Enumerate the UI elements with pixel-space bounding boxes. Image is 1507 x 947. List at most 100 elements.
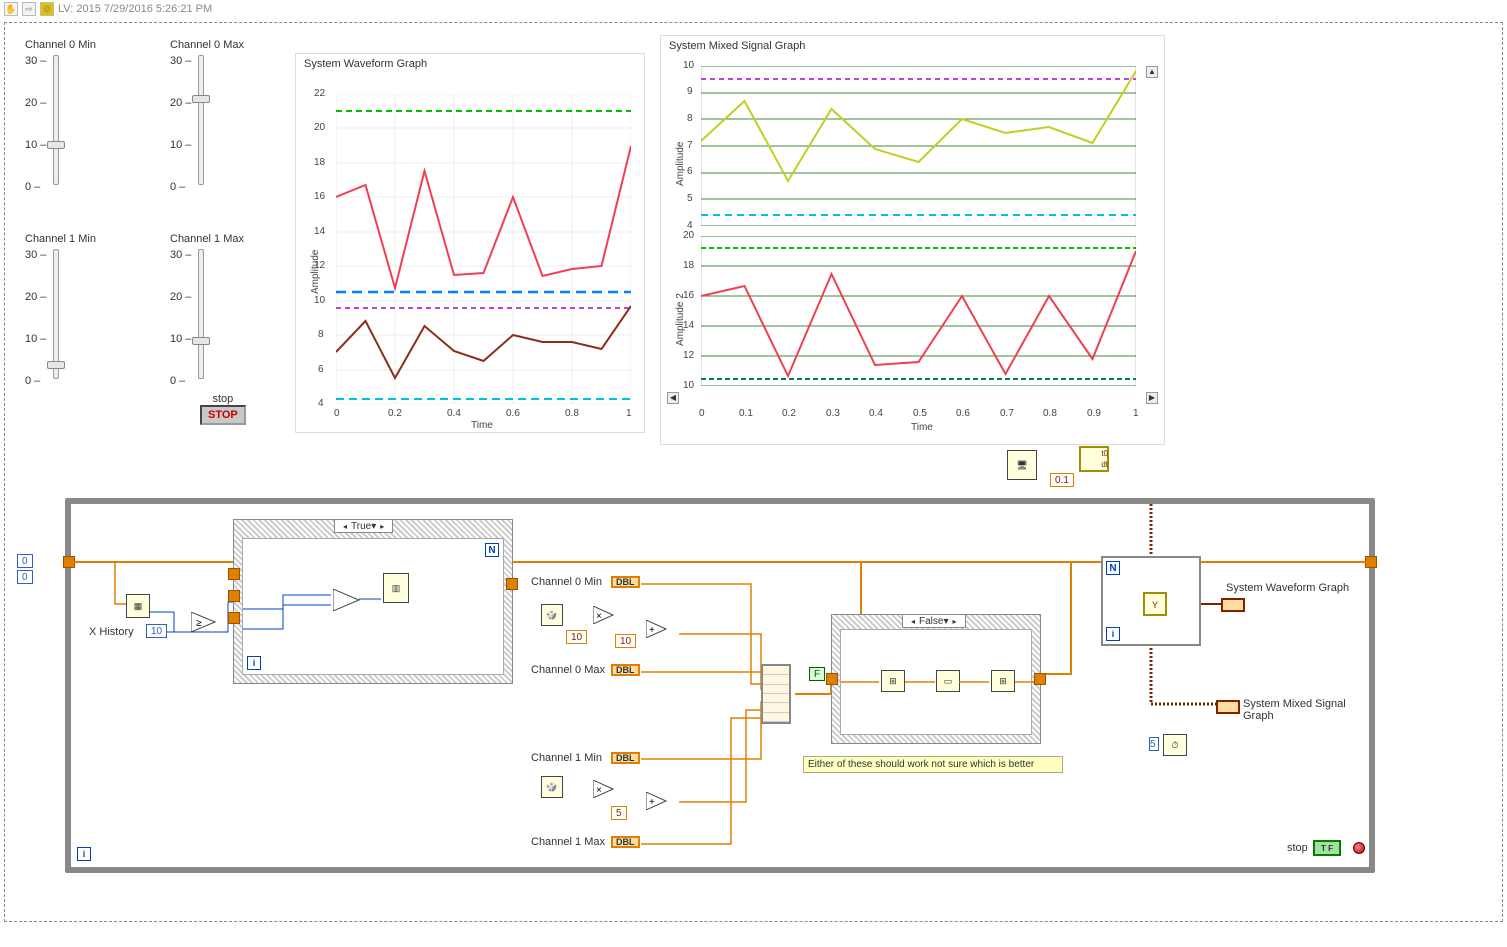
y-axis-label: Amplitude bbox=[310, 250, 321, 294]
mixed-signal-graph-terminal bbox=[1216, 700, 1240, 714]
stop-control: stop STOP bbox=[200, 393, 246, 425]
wait-ms-node: ⏱ bbox=[1163, 734, 1187, 756]
slider-thumb[interactable] bbox=[192, 337, 210, 345]
dt-constant: 0.1 bbox=[1050, 473, 1074, 487]
plot-area bbox=[336, 94, 631, 404]
i-terminal: i bbox=[247, 656, 261, 670]
app-title: LV: 2015 7/29/2016 5:26:21 PM bbox=[58, 3, 212, 15]
titlebar: ✋ ⇨ ⚙ LV: 2015 7/29/2016 5:26:21 PM bbox=[0, 0, 1507, 18]
shift-register-right bbox=[1365, 556, 1377, 568]
case-selector-false[interactable]: False ▾ bbox=[902, 614, 966, 628]
y-axis-label-top: Amplitude bbox=[675, 142, 686, 186]
slider-ch1-min[interactable]: Channel 1 Min 30 –20 – 10 –0 – bbox=[25, 233, 96, 389]
build-array-node bbox=[761, 664, 791, 724]
build-waveform-node: t0 dt bbox=[1079, 446, 1109, 472]
slider-ch0-min[interactable]: Channel 0 Min 30 –20 – 10 –0 – bbox=[25, 39, 96, 195]
tunnel bbox=[826, 673, 838, 685]
chart-title: System Waveform Graph bbox=[296, 54, 644, 74]
random-dice-icon: 🎲 bbox=[541, 776, 563, 798]
slider-label: Channel 0 Min bbox=[25, 39, 96, 51]
gear-icon: ⚙ bbox=[40, 2, 54, 16]
case-structure-false: False ▾ ⊞ ▭ ⊞ bbox=[831, 614, 1041, 744]
hand-icon: ✋ bbox=[4, 2, 18, 16]
slider-label: Channel 1 Min bbox=[25, 233, 96, 245]
tunnel bbox=[506, 578, 518, 590]
tunnel bbox=[1034, 673, 1046, 685]
slider-label: Channel 0 Max bbox=[170, 39, 244, 51]
slider-thumb[interactable] bbox=[192, 95, 210, 103]
tunnel bbox=[228, 590, 240, 602]
svg-text:+: + bbox=[649, 625, 655, 636]
wait-ms-constant: 5 bbox=[1149, 737, 1159, 751]
while-loop-frame: Channel 0 Min 30 –20 – 10 –0 – Channel 0… bbox=[4, 22, 1503, 922]
slider-track[interactable] bbox=[53, 55, 59, 185]
case-structure-true: True ▾ N i ▥ bbox=[233, 519, 513, 684]
slider-track[interactable] bbox=[198, 55, 204, 185]
ch0-max-label: Channel 0 Max bbox=[531, 664, 605, 676]
n-terminal: N bbox=[485, 543, 499, 557]
sr-init-0: 0 bbox=[17, 554, 33, 568]
transpose-2d-node: ⊞ bbox=[881, 670, 905, 692]
dbl-terminal: DBL bbox=[611, 836, 640, 848]
slider-track[interactable] bbox=[198, 249, 204, 379]
ch0-min-label: Channel 0 Min bbox=[531, 576, 602, 588]
dbl-terminal: DBL bbox=[611, 752, 640, 764]
ch1-min-label: Channel 1 Min bbox=[531, 752, 602, 764]
tunnel bbox=[228, 568, 240, 580]
array-size-node: ▦ bbox=[126, 594, 150, 618]
datetime-node: 🖥 bbox=[1007, 450, 1037, 480]
const-10a: 10 bbox=[566, 630, 587, 644]
slider-label: Channel 1 Max bbox=[170, 233, 244, 245]
const-10b: 10 bbox=[615, 634, 636, 648]
slider-ch1-max[interactable]: Channel 1 Max 30 –20 – 10 –0 – bbox=[170, 233, 244, 389]
plot-area-top bbox=[701, 66, 1136, 226]
stop-terminal-label: stop bbox=[1287, 842, 1308, 854]
for-loop: N i Y bbox=[1101, 556, 1201, 646]
x-history-label: X History bbox=[89, 626, 134, 638]
comment-label: Either of these should work not sure whi… bbox=[803, 756, 1063, 773]
case-selector-true[interactable]: True ▾ bbox=[334, 519, 393, 533]
slider-thumb[interactable] bbox=[47, 361, 65, 369]
loop-condition-icon bbox=[1353, 842, 1365, 854]
dbl-terminal: DBL bbox=[611, 576, 640, 588]
ch1-max-label: Channel 1 Max bbox=[531, 836, 605, 848]
mixed-signal-graph-terminal-label: System Mixed Signal Graph bbox=[1243, 698, 1369, 722]
scroll-up-icon[interactable]: ▲ bbox=[1146, 66, 1158, 78]
svg-text:+: + bbox=[649, 797, 655, 808]
system-waveform-graph[interactable]: System Waveform Graph Amplitude bbox=[295, 53, 645, 433]
scroll-right-icon[interactable]: ▶ bbox=[1146, 392, 1158, 404]
sr-init-1: 0 bbox=[17, 570, 33, 584]
svg-text:×: × bbox=[596, 785, 602, 796]
const-5: 5 bbox=[611, 806, 627, 820]
delete-from-array-node: ▥ bbox=[383, 573, 409, 603]
random-dice-icon: 🎲 bbox=[541, 604, 563, 626]
shift-register-left bbox=[63, 556, 75, 568]
dbl-terminal: DBL bbox=[611, 664, 640, 676]
reshape-node: ▭ bbox=[936, 670, 960, 692]
stop-tf-terminal: T F bbox=[1313, 840, 1341, 856]
waveform-graph-terminal-label: System Waveform Graph bbox=[1226, 582, 1349, 594]
x-axis-label: Time bbox=[471, 420, 493, 431]
slider-ch0-max[interactable]: Channel 0 Max 30 –20 – 10 –0 – bbox=[170, 39, 244, 195]
stop-label: stop bbox=[200, 393, 246, 405]
slider-thumb[interactable] bbox=[47, 141, 65, 149]
n-terminal: N bbox=[1106, 561, 1120, 575]
scroll-left-icon[interactable]: ◀ bbox=[667, 392, 679, 404]
waveform-graph-terminal bbox=[1221, 598, 1245, 612]
plot-area-bot bbox=[701, 236, 1136, 386]
stop-button[interactable]: STOP bbox=[200, 405, 246, 425]
x-axis-label: Time bbox=[911, 422, 933, 433]
while-loop-i-terminal: i bbox=[77, 847, 91, 861]
transpose-2d-node: ⊞ bbox=[991, 670, 1015, 692]
svg-text:×: × bbox=[596, 611, 602, 622]
tunnel bbox=[228, 612, 240, 624]
slider-track[interactable] bbox=[53, 249, 59, 379]
while-loop: 0 0 bbox=[65, 498, 1375, 873]
i-terminal: i bbox=[1106, 627, 1120, 641]
arrow-icon: ⇨ bbox=[22, 2, 36, 16]
replace-waveform-y-node: Y bbox=[1143, 592, 1167, 616]
system-mixed-signal-graph[interactable]: System Mixed Signal Graph Amplitude Ampl… bbox=[660, 35, 1165, 445]
false-constant: F bbox=[809, 667, 825, 681]
svg-text:≥: ≥ bbox=[196, 618, 202, 629]
x-history-constant: 10 bbox=[146, 624, 167, 638]
